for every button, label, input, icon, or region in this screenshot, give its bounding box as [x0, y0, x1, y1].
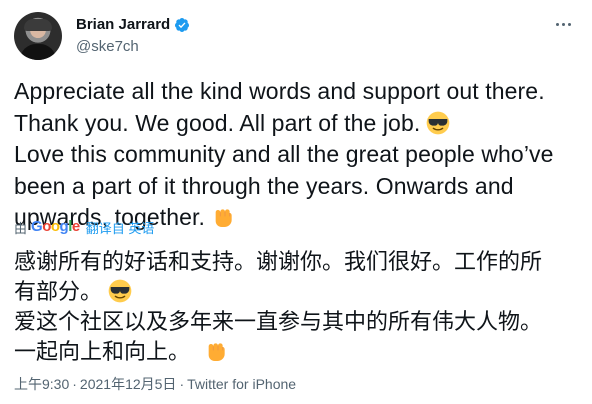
fist-emoji-icon — [215, 209, 232, 227]
tweet-card: Brian Jarrard @ske7ch Appreciate all the… — [0, 0, 592, 404]
sunglasses-emoji-icon — [426, 111, 450, 134]
author-handle[interactable]: @ske7ch — [76, 37, 139, 57]
avatar-hat — [24, 19, 52, 31]
avatar[interactable] — [14, 12, 62, 60]
sunglasses-emoji-icon — [108, 279, 132, 303]
translated-from-link[interactable]: 翻译自 英语 — [86, 218, 155, 237]
translated-line: 一起向上和向上。 — [14, 336, 584, 366]
translated-line: 感谢所有的好话和支持。谢谢你。我们很好。工作的所 — [14, 249, 543, 274]
verified-badge-icon — [175, 18, 190, 32]
tweet-line: been a part of it through the years. Onw… — [14, 172, 514, 199]
translation-attribution: 由 Google 翻译自 英语 — [14, 218, 154, 236]
translated-by-label: 由 — [14, 220, 28, 236]
fist-emoji-icon — [208, 343, 225, 361]
tweet-line: Thank you. We good. All part of the job. — [14, 108, 584, 140]
translated-line-text: 有部分。 — [14, 279, 103, 304]
tweet-metadata: 上午9:30 · 2021年12月5日 · Twitter for iPhone — [14, 375, 296, 393]
meta-separator: · — [72, 376, 77, 392]
author-name-row: Brian Jarrard — [76, 15, 190, 35]
avatar-shirt — [20, 44, 56, 60]
more-options-icon[interactable] — [554, 14, 574, 34]
google-logo-icon: Google — [31, 218, 80, 235]
tweet-line: Appreciate all the kind words and suppor… — [14, 78, 545, 104]
author-display-name[interactable]: Brian Jarrard — [76, 15, 170, 35]
tweet-line-text: Thank you. We good. All part of the job. — [14, 109, 421, 136]
meta-separator: · — [179, 376, 185, 392]
translated-text: 感谢所有的好话和支持。谢谢你。我们很好。工作的所 有部分。 爱这个社区以及多年来… — [14, 246, 584, 366]
translated-line: 爱这个社区以及多年来一直参与其中的所有伟大人物。 — [14, 309, 543, 334]
tweet-line: Love this community and all the great pe… — [14, 141, 554, 167]
tweet-date[interactable]: 2021年12月5日 — [80, 376, 177, 392]
translated-line-text: 一起向上和向上。 — [14, 339, 191, 364]
translated-line: 有部分。 — [14, 276, 584, 306]
tweet-text: Appreciate all the kind words and suppor… — [14, 76, 584, 234]
tweet-source[interactable]: Twitter for iPhone — [187, 376, 296, 392]
tweet-time[interactable]: 上午9:30 — [14, 376, 69, 392]
